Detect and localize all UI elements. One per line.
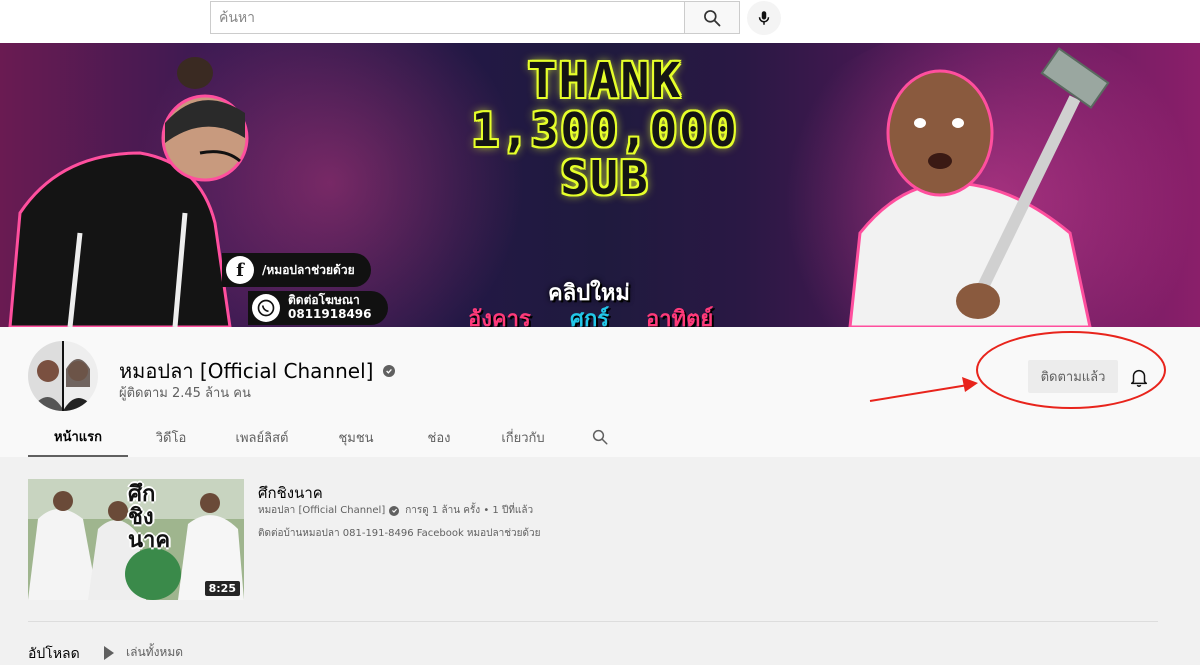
tab-search[interactable] <box>570 417 630 457</box>
tab-channels[interactable]: ช่อง <box>402 417 476 457</box>
featured-video-description: ติดต่อบ้านหมอปลา 081-191-8496 Facebook ห… <box>258 528 541 539</box>
tab-videos[interactable]: วิดีโอ <box>128 417 214 457</box>
featured-video-thumbnail[interactable]: ศึก ชิง นาค 8:25 <box>28 479 244 600</box>
search-input[interactable] <box>211 2 684 33</box>
whatsapp-icon <box>252 294 280 322</box>
channel-avatar[interactable] <box>28 341 98 411</box>
featured-video-meta: หมอปลา [Official Channel] การดู 1 ล้าน ค… <box>258 503 533 518</box>
verified-icon <box>389 505 400 516</box>
thumbnail-text: นาค <box>128 528 171 554</box>
banner-schedule-day: ศุกร์ <box>570 307 610 327</box>
microphone-icon <box>758 11 770 25</box>
banner-facebook-text: /หมอปลาช่วยด้วย <box>262 262 355 277</box>
search-box[interactable] <box>210 1 684 34</box>
video-duration: 8:25 <box>204 581 240 596</box>
top-bar <box>0 0 1200 43</box>
banner-thanks-line: 1,300,000 <box>471 103 739 157</box>
subscriber-count: ผู้ติดตาม 2.45 ล้าน คน <box>119 386 251 401</box>
featured-video-stats: การดู 1 ล้าน ครั้ง • 1 ปีที่แล้ว <box>405 505 534 516</box>
subscribed-button[interactable]: ติดตามแล้ว <box>1028 360 1118 393</box>
tab-home[interactable]: หน้าแรก <box>28 417 128 457</box>
banner-thanks-text: THANK 1,300,000 SUB <box>470 57 740 201</box>
featured-video-channel[interactable]: หมอปลา [Official Channel] <box>258 503 385 518</box>
featured-video-title[interactable]: ศึกชิงนาค <box>258 481 323 505</box>
search-button[interactable] <box>684 1 740 34</box>
facebook-icon: f <box>226 256 254 284</box>
search-icon <box>592 429 608 445</box>
featured-section: ศึก ชิง นาค 8:25 ศึกชิงนาค หมอปลา [Offic… <box>0 457 1200 662</box>
play-all-button[interactable]: เล่นทั้งหมด <box>104 643 183 662</box>
banner-thanks-line: THANK <box>527 53 683 109</box>
tab-community[interactable]: ชุมชน <box>310 417 402 457</box>
verified-icon <box>383 365 396 377</box>
banner-person-right-image <box>848 47 1110 327</box>
channel-banner: THANK 1,300,000 SUB f /หมอปลาช่วยด้วย ติ… <box>0 43 1200 327</box>
play-icon <box>104 645 114 660</box>
banner-thanks-line: SUB <box>560 151 650 205</box>
banner-schedule-day: อาทิตย์ <box>646 307 714 327</box>
banner-person-left-image <box>8 57 249 327</box>
banner-contact-label: ติดต่อโฆษณา <box>288 293 360 308</box>
banner-schedule-day: อังคาร <box>468 307 531 327</box>
tab-about[interactable]: เกี่ยวกับ <box>476 417 570 457</box>
tab-playlists[interactable]: เพลย์ลิสต์ <box>214 417 310 457</box>
banner-facebook-badge: f /หมอปลาช่วยด้วย <box>222 253 371 287</box>
uploads-title[interactable]: อัปโหลด <box>28 643 80 665</box>
play-all-label: เล่นทั้งหมด <box>126 645 184 659</box>
avatar-image <box>28 341 98 411</box>
channel-tabs: หน้าแรก วิดีโอ เพลย์ลิสต์ ชุมชน ช่อง เกี… <box>28 417 630 457</box>
section-divider <box>28 621 1158 622</box>
banner-contact-phone: 0811918496 <box>288 307 372 321</box>
search-icon <box>704 9 721 26</box>
notification-bell-icon[interactable] <box>1128 365 1150 389</box>
thumbnail-text: ศึก <box>128 482 156 507</box>
voice-search-button[interactable] <box>747 1 781 35</box>
thumbnail-text: ชิง <box>128 505 154 531</box>
banner-whatsapp-badge: ติดต่อโฆษณา 0811918496 <box>248 291 388 325</box>
channel-header: หมอปลา [Official Channel] ผู้ติดตาม 2.45… <box>0 327 1200 457</box>
